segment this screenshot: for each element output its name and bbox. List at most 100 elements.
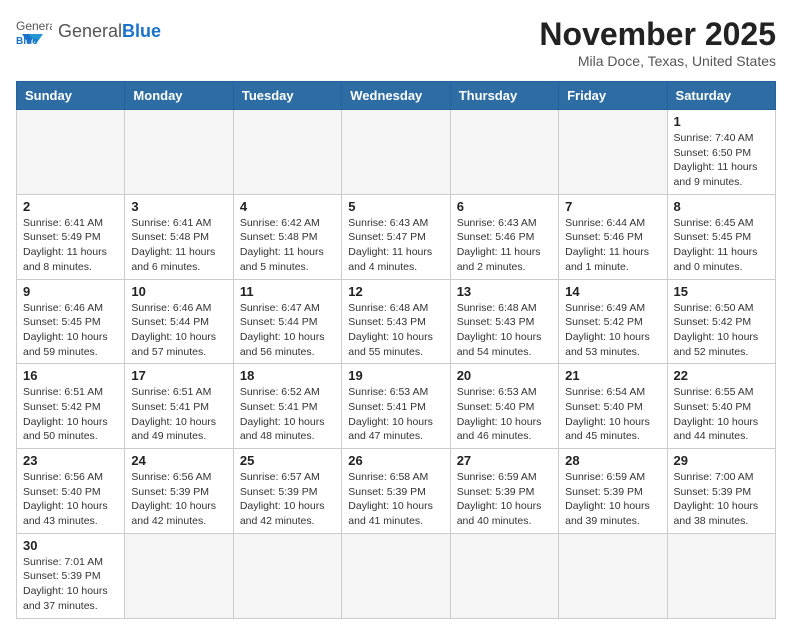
day-info: Sunrise: 6:51 AM Sunset: 5:42 PM Dayligh… — [23, 385, 118, 444]
calendar-cell — [559, 533, 667, 618]
col-saturday: Saturday — [667, 82, 775, 110]
day-number: 3 — [131, 199, 226, 214]
day-info: Sunrise: 6:43 AM Sunset: 5:46 PM Dayligh… — [457, 216, 552, 275]
calendar-cell: 24 Sunrise: 6:56 AM Sunset: 5:39 PM Dayli… — [125, 449, 233, 534]
calendar-cell: 28Sunrise: 6:59 AM Sunset: 5:39 PM Dayli… — [559, 449, 667, 534]
day-number: 25 — [240, 453, 335, 468]
day-info: Sunrise: 6:45 AM Sunset: 5:45 PM Dayligh… — [674, 216, 769, 275]
calendar-cell — [125, 110, 233, 195]
day-info: Sunrise: 6:58 AM Sunset: 5:39 PM Dayligh… — [348, 470, 443, 529]
day-number: 29 — [674, 453, 769, 468]
col-monday: Monday — [125, 82, 233, 110]
day-number: 12 — [348, 284, 443, 299]
day-number: 18 — [240, 368, 335, 383]
calendar-week-row: 16Sunrise: 6:51 AM Sunset: 5:42 PM Dayli… — [17, 364, 776, 449]
calendar-cell: 23 Sunrise: 6:56 AM Sunset: 5:40 PM Dayli… — [17, 449, 125, 534]
header: General Blue GeneralBlue November 2025 M… — [16, 16, 776, 69]
calendar-cell — [17, 110, 125, 195]
calendar-cell: 13 Sunrise: 6:48 AM Sunset: 5:43 PM Dayli… — [450, 279, 558, 364]
calendar-cell: 4 Sunrise: 6:42 AM Sunset: 5:48 PM Daylig… — [233, 194, 341, 279]
logo-blue: Blue — [122, 21, 161, 41]
calendar-header-row: Sunday Monday Tuesday Wednesday Thursday… — [17, 82, 776, 110]
day-number: 9 — [23, 284, 118, 299]
col-thursday: Thursday — [450, 82, 558, 110]
day-info: Sunrise: 7:00 AM Sunset: 5:39 PM Dayligh… — [674, 470, 769, 529]
svg-text:General: General — [16, 19, 52, 33]
day-info: Sunrise: 6:55 AM Sunset: 5:40 PM Dayligh… — [674, 385, 769, 444]
logo-wordmark: GeneralBlue — [58, 21, 161, 42]
day-number: 8 — [674, 199, 769, 214]
calendar-cell: 20Sunrise: 6:53 AM Sunset: 5:40 PM Dayli… — [450, 364, 558, 449]
calendar-cell: 9 Sunrise: 6:46 AM Sunset: 5:45 PM Daylig… — [17, 279, 125, 364]
day-number: 7 — [565, 199, 660, 214]
calendar-cell: 7Sunrise: 6:44 AM Sunset: 5:46 PM Daylig… — [559, 194, 667, 279]
svg-text:Blue: Blue — [16, 36, 38, 46]
day-info: Sunrise: 6:48 AM Sunset: 5:43 PM Dayligh… — [457, 301, 552, 360]
day-number: 27 — [457, 453, 552, 468]
day-number: 4 — [240, 199, 335, 214]
day-number: 22 — [674, 368, 769, 383]
day-info: Sunrise: 6:42 AM Sunset: 5:48 PM Dayligh… — [240, 216, 335, 275]
day-number: 5 — [348, 199, 443, 214]
day-number: 21 — [565, 368, 660, 383]
day-info: Sunrise: 7:01 AM Sunset: 5:39 PM Dayligh… — [23, 555, 118, 614]
calendar-week-row: 9 Sunrise: 6:46 AM Sunset: 5:45 PM Daylig… — [17, 279, 776, 364]
calendar-week-row: 23 Sunrise: 6:56 AM Sunset: 5:40 PM Dayli… — [17, 449, 776, 534]
day-info: Sunrise: 6:53 AM Sunset: 5:41 PM Dayligh… — [348, 385, 443, 444]
day-info: Sunrise: 6:46 AM Sunset: 5:44 PM Dayligh… — [131, 301, 226, 360]
title-area: November 2025 Mila Doce, Texas, United S… — [539, 16, 776, 69]
calendar-cell — [233, 110, 341, 195]
day-info: Sunrise: 6:53 AM Sunset: 5:40 PM Dayligh… — [457, 385, 552, 444]
day-info: Sunrise: 6:49 AM Sunset: 5:42 PM Dayligh… — [565, 301, 660, 360]
calendar-cell: 18Sunrise: 6:52 AM Sunset: 5:41 PM Dayli… — [233, 364, 341, 449]
calendar-cell: 5 Sunrise: 6:43 AM Sunset: 5:47 PM Daylig… — [342, 194, 450, 279]
day-info: Sunrise: 7:40 AM Sunset: 6:50 PM Dayligh… — [674, 131, 769, 190]
calendar-cell: 2Sunrise: 6:41 AM Sunset: 5:49 PM Daylig… — [17, 194, 125, 279]
day-number: 14 — [565, 284, 660, 299]
calendar-cell: 21 Sunrise: 6:54 AM Sunset: 5:40 PM Dayli… — [559, 364, 667, 449]
col-wednesday: Wednesday — [342, 82, 450, 110]
day-number: 24 — [131, 453, 226, 468]
calendar-cell: 14 Sunrise: 6:49 AM Sunset: 5:42 PM Dayli… — [559, 279, 667, 364]
calendar-cell: 26 Sunrise: 6:58 AM Sunset: 5:39 PM Dayli… — [342, 449, 450, 534]
logo-text: GeneralBlue — [58, 21, 161, 42]
calendar-cell — [342, 110, 450, 195]
calendar-cell: 16Sunrise: 6:51 AM Sunset: 5:42 PM Dayli… — [17, 364, 125, 449]
calendar-cell: 3 Sunrise: 6:41 AM Sunset: 5:48 PM Daylig… — [125, 194, 233, 279]
day-info: Sunrise: 6:59 AM Sunset: 5:39 PM Dayligh… — [457, 470, 552, 529]
calendar-cell — [233, 533, 341, 618]
calendar-cell: 22 Sunrise: 6:55 AM Sunset: 5:40 PM Dayli… — [667, 364, 775, 449]
calendar-cell: 12 Sunrise: 6:48 AM Sunset: 5:43 PM Dayli… — [342, 279, 450, 364]
calendar-week-row: 1Sunrise: 7:40 AM Sunset: 6:50 PM Daylig… — [17, 110, 776, 195]
day-info: Sunrise: 6:43 AM Sunset: 5:47 PM Dayligh… — [348, 216, 443, 275]
day-number: 15 — [674, 284, 769, 299]
col-friday: Friday — [559, 82, 667, 110]
calendar-cell: 6 Sunrise: 6:43 AM Sunset: 5:46 PM Daylig… — [450, 194, 558, 279]
calendar-cell — [450, 533, 558, 618]
day-number: 6 — [457, 199, 552, 214]
location: Mila Doce, Texas, United States — [539, 53, 776, 69]
day-info: Sunrise: 6:41 AM Sunset: 5:48 PM Dayligh… — [131, 216, 226, 275]
day-info: Sunrise: 6:56 AM Sunset: 5:40 PM Dayligh… — [23, 470, 118, 529]
day-number: 17 — [131, 368, 226, 383]
day-info: Sunrise: 6:50 AM Sunset: 5:42 PM Dayligh… — [674, 301, 769, 360]
calendar-cell — [450, 110, 558, 195]
calendar-cell — [667, 533, 775, 618]
day-number: 19 — [348, 368, 443, 383]
calendar-cell: 17Sunrise: 6:51 AM Sunset: 5:41 PM Dayli… — [125, 364, 233, 449]
day-number: 13 — [457, 284, 552, 299]
month-title: November 2025 — [539, 16, 776, 53]
day-number: 26 — [348, 453, 443, 468]
calendar-cell: 1Sunrise: 7:40 AM Sunset: 6:50 PM Daylig… — [667, 110, 775, 195]
calendar-week-row: 30Sunrise: 7:01 AM Sunset: 5:39 PM Dayli… — [17, 533, 776, 618]
col-tuesday: Tuesday — [233, 82, 341, 110]
day-info: Sunrise: 6:46 AM Sunset: 5:45 PM Dayligh… — [23, 301, 118, 360]
day-info: Sunrise: 6:56 AM Sunset: 5:39 PM Dayligh… — [131, 470, 226, 529]
day-info: Sunrise: 6:54 AM Sunset: 5:40 PM Dayligh… — [565, 385, 660, 444]
day-info: Sunrise: 6:48 AM Sunset: 5:43 PM Dayligh… — [348, 301, 443, 360]
day-number: 23 — [23, 453, 118, 468]
day-number: 2 — [23, 199, 118, 214]
calendar-cell: 27 Sunrise: 6:59 AM Sunset: 5:39 PM Dayli… — [450, 449, 558, 534]
day-info: Sunrise: 6:59 AM Sunset: 5:39 PM Dayligh… — [565, 470, 660, 529]
calendar-cell — [125, 533, 233, 618]
